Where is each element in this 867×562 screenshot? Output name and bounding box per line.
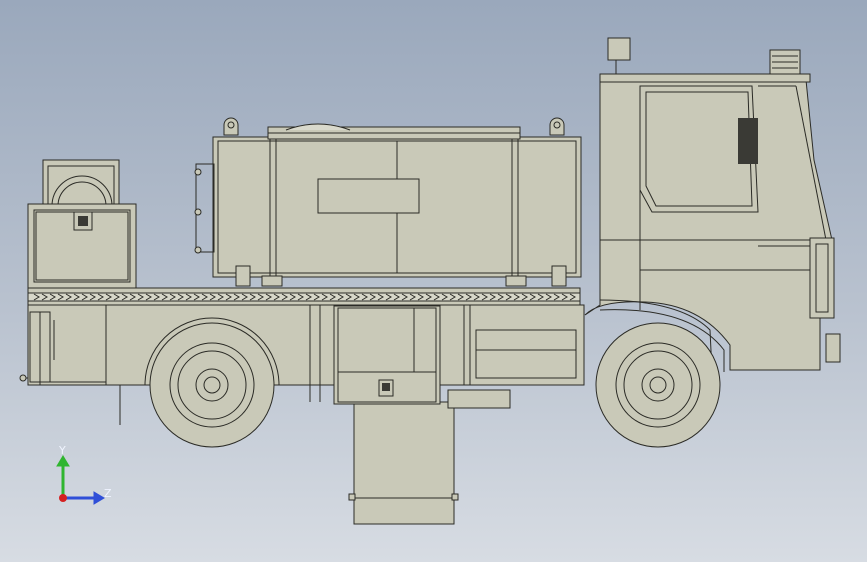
platform-deck [27,287,581,306]
axis-triad: Y Z [56,444,112,505]
chassis-frame [19,304,585,425]
y-axis-label: Y [58,444,66,457]
cad-viewport[interactable]: Y Z [0,0,867,562]
side-locker [333,305,441,405]
outrigger-plate [348,401,459,525]
water-tank [194,117,582,287]
z-axis-label: Z [104,487,112,500]
front-wheel [595,322,721,448]
truck-drawing: Y Z [19,37,841,525]
rear-wheel [144,317,280,448]
cab [584,37,841,373]
rear-toolbox [27,159,137,289]
